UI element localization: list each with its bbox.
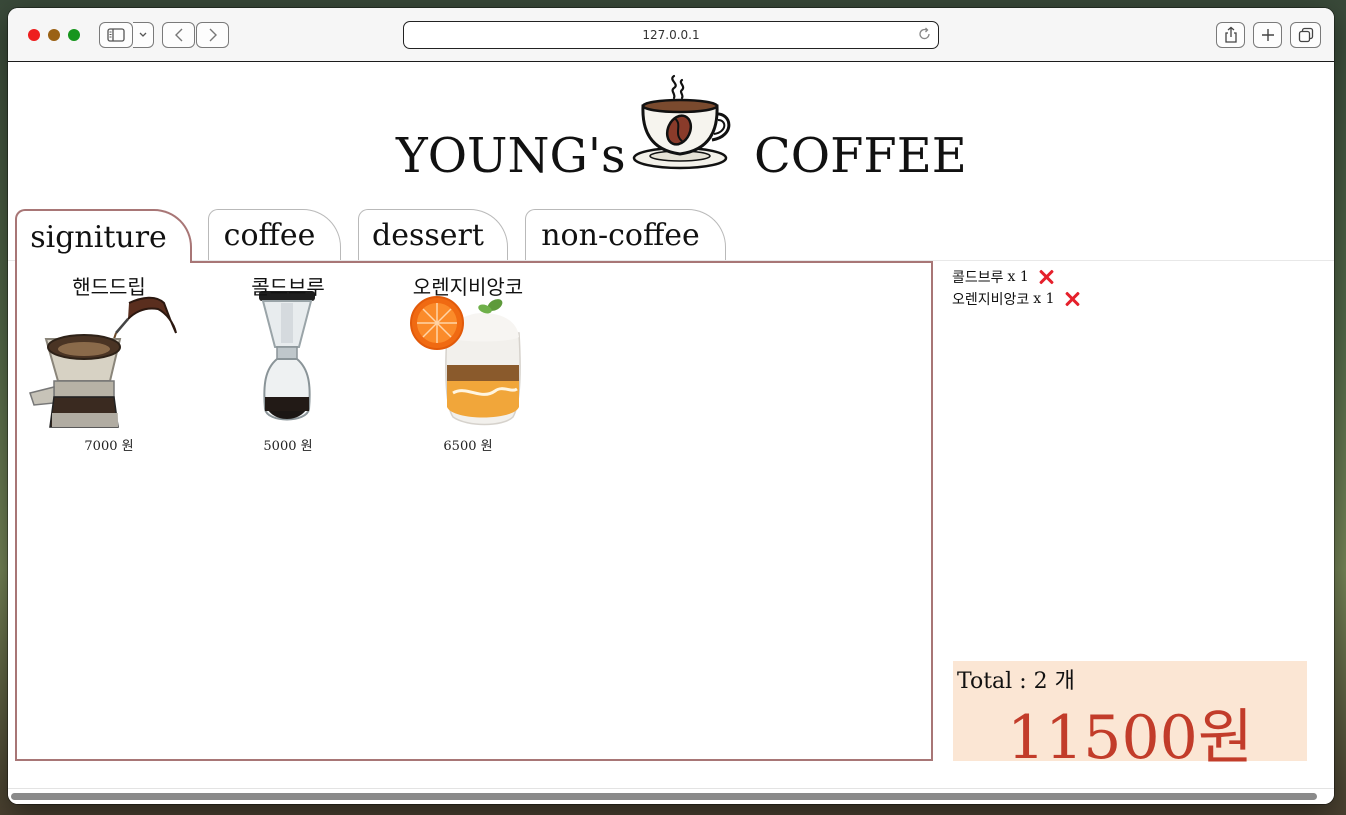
cart-item-qty: x 1 [1007,269,1029,285]
chevron-left-icon [174,28,182,42]
sidebar-toggle-button[interactable] [99,22,133,48]
reload-icon[interactable] [918,27,932,41]
total-price: 11500원 [1006,703,1254,773]
hand-drip-icon [29,296,177,428]
scrollbar-thumb[interactable] [11,793,1317,800]
tab-non-coffee[interactable]: non-coffee [525,209,726,261]
chevron-down-icon [139,32,147,37]
plus-icon [1261,29,1274,41]
menu-item-orange-bianco[interactable]: 오렌지비앙코 6500 원 [383,263,553,463]
total-box: Total : 2 개 11500원 [953,661,1307,773]
remove-item-icon[interactable] [1037,268,1055,286]
tab-dessert[interactable]: dessert [358,209,508,261]
browser-window: 127.0.0.1 YOUNG's COFFEE signiture coffe… [8,8,1334,804]
cart-item-qty: x 1 [1033,291,1055,307]
zoom-window-button[interactable] [68,29,80,41]
address-bar[interactable]: 127.0.0.1 [403,21,939,49]
menu-item-name: 오렌지비앙코 [412,275,524,299]
sidebar-menu-button[interactable] [133,22,154,48]
chevron-right-icon [209,28,217,42]
menu-item-hand-drip[interactable]: 핸드드립 7000 원 [24,263,194,463]
coffee-cup-icon [632,74,731,170]
menu-item-name: 콜드브루 [251,275,325,299]
cart-item-name: 콜드브루 [952,270,1004,286]
share-icon [1224,26,1237,43]
cart-item-name: 오렌지비앙코 [952,292,1030,308]
menu-item-price: 5000 원 [263,439,313,454]
menu-panel: 핸드드립 7000 원 콜드브루 5000 원 오렌지비앙코 6500 원 [15,261,933,761]
share-button[interactable] [1216,22,1245,48]
address-text: 127.0.0.1 [642,28,700,42]
tabs-icon [1298,27,1313,43]
cart-item: 오렌지비앙코 x 1 [952,288,1312,310]
remove-item-icon[interactable] [1063,290,1081,308]
cart-list: 콜드브루 x 1 오렌지비앙코 x 1 [952,266,1312,310]
cart-item: 콜드브루 x 1 [952,266,1312,288]
menu-item-price: 7000 원 [84,439,134,454]
tab-signiture[interactable]: signiture [15,209,192,263]
menu-item-cold-brew[interactable]: 콜드브루 5000 원 [203,263,373,463]
menu-item-price: 6500 원 [443,439,493,454]
minimize-window-button[interactable] [48,29,60,41]
menu-item-name: 핸드드립 [72,275,146,299]
forward-button[interactable] [196,22,229,48]
site-title-right: COFFEE [754,128,967,184]
new-tab-button[interactable] [1253,22,1282,48]
tab-coffee[interactable]: coffee [208,209,341,261]
browser-toolbar: 127.0.0.1 [8,8,1334,62]
horizontal-scrollbar[interactable] [8,788,1334,804]
cold-brew-icon [259,291,315,421]
sidebar-icon [107,28,125,42]
close-window-button[interactable] [28,29,40,41]
back-button[interactable] [162,22,195,48]
tab-overview-button[interactable] [1290,22,1321,48]
orange-bianco-icon [410,296,521,426]
site-title-left: YOUNG's [396,128,626,184]
